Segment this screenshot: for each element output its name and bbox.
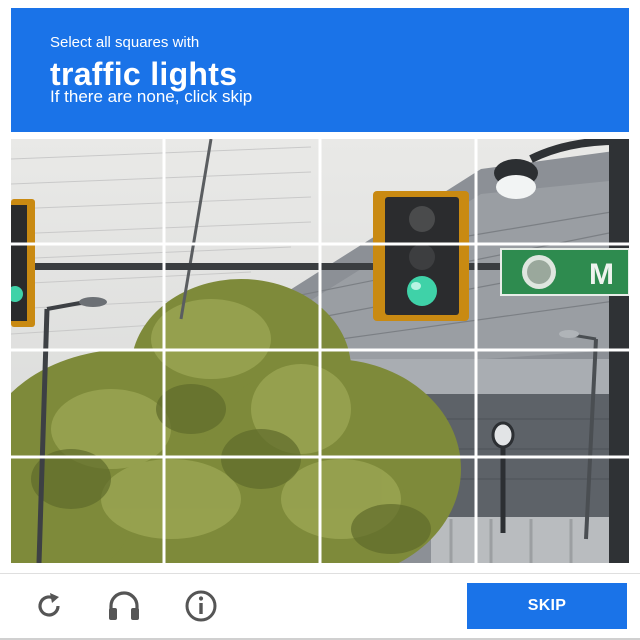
grid-tile-r1c1[interactable] (11, 139, 164, 244)
grid-tile-r2c1[interactable] (11, 245, 164, 350)
grid-tile-r2c2[interactable] (165, 245, 320, 350)
hint-text: If there are none, click skip (50, 87, 253, 106)
grid-tile-r3c4[interactable] (477, 351, 629, 457)
grid-tile-r3c1[interactable] (11, 351, 164, 457)
skip-button[interactable]: SKIP (467, 583, 627, 629)
grid-tile-r1c3[interactable] (321, 139, 476, 244)
challenge-header: Select all squares with traffic lights I… (11, 8, 629, 132)
grid-tile-r3c3[interactable] (321, 351, 476, 457)
instruction-text: Select all squares with (50, 34, 200, 51)
grid-tile-r1c4[interactable] (477, 139, 629, 244)
grid-tile-r2c4[interactable] (477, 245, 629, 350)
captcha-dialog: Select all squares with traffic lights I… (0, 0, 640, 640)
grid-tile-r4c2[interactable] (165, 458, 320, 563)
grid-tile-r4c3[interactable] (321, 458, 476, 563)
grid-tile-r3c2[interactable] (165, 351, 320, 457)
grid-tile-r4c4[interactable] (477, 458, 629, 563)
image-grid: M (11, 139, 629, 563)
grid-tile-r1c2[interactable] (165, 139, 320, 244)
info-icon[interactable] (183, 588, 219, 624)
footer-divider (0, 573, 640, 574)
headphones-icon[interactable] (106, 588, 142, 624)
grid-tile-r4c1[interactable] (11, 458, 164, 563)
grid-tile-r2c3[interactable] (321, 245, 476, 350)
reload-icon[interactable] (31, 588, 67, 624)
